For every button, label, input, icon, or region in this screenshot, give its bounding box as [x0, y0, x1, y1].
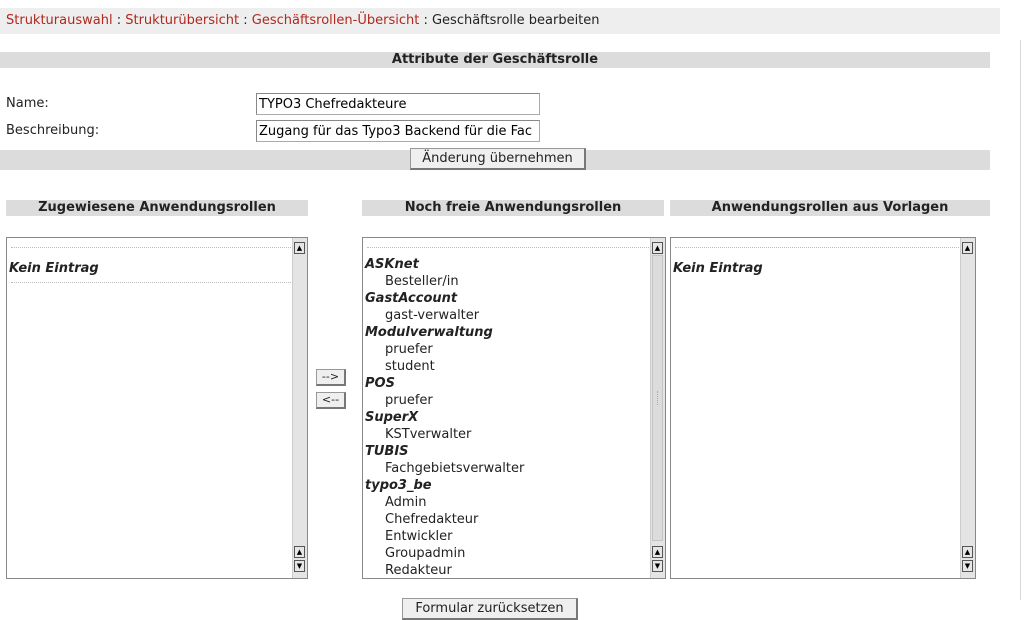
role-option[interactable]: gast-verwalter — [363, 307, 524, 324]
role-option[interactable]: Entwickler — [363, 528, 524, 545]
role-option[interactable]: Redakteur — [363, 562, 524, 578]
templates-listbox[interactable]: Kein Eintrag ▲ ▲ ▼ — [670, 237, 976, 579]
role-group-label: typo3_be — [365, 478, 432, 493]
role-option[interactable]: Besteller/in — [363, 273, 524, 290]
available-listbox[interactable]: ASKnet Besteller/in GastAccount gast-verwal… — [362, 237, 666, 579]
role-group-label: TUBIS — [365, 444, 409, 459]
breadcrumb-current: Geschäftsrolle bearbeiten — [431, 13, 600, 28]
attributes-title: Attribute der Geschäftsrolle — [391, 52, 599, 67]
breadcrumb-link-strukturauswahl[interactable]: Strukturauswahl — [6, 13, 113, 28]
role-group-label: GastAccount — [365, 291, 458, 306]
add-role-button[interactable]: --> — [316, 369, 346, 386]
scroll-up-icon[interactable]: ▲ — [294, 546, 305, 558]
page-edge-divider — [1020, 40, 1021, 600]
templates-title: Anwendungsrollen aus Vorlagen — [711, 200, 949, 215]
assigned-listbox[interactable]: Kein Eintrag ▲ ▲ ▼ — [6, 237, 308, 579]
scroll-thumb[interactable] — [652, 255, 663, 541]
scroll-down-icon[interactable]: ▼ — [652, 560, 663, 572]
templates-scrollbar[interactable]: ▲ ▲ ▼ — [960, 238, 975, 578]
scroll-up-icon[interactable]: ▲ — [294, 242, 305, 254]
available-scrollbar[interactable]: ▲ ▲ ▼ — [650, 238, 665, 578]
name-label: Name: — [6, 96, 49, 111]
scroll-up-icon[interactable]: ▲ — [962, 242, 973, 254]
role-option[interactable]: student — [363, 358, 524, 375]
list-separator — [11, 247, 291, 248]
thumb-grip — [657, 391, 660, 405]
breadcrumb-link-strukturuebersicht[interactable]: Strukturübersicht — [125, 13, 239, 28]
remove-role-button[interactable]: <-- — [316, 392, 346, 409]
list-separator — [367, 247, 649, 248]
available-list: ASKnet Besteller/in GastAccount gast-verwal… — [363, 256, 524, 578]
role-option[interactable]: pruefer — [363, 392, 524, 409]
scroll-up-icon[interactable]: ▲ — [962, 546, 973, 558]
available-title: Noch freie Anwendungsrollen — [404, 200, 622, 215]
role-option[interactable]: Groupadmin — [363, 545, 524, 562]
apply-changes-button[interactable]: Änderung übernehmen — [410, 148, 586, 170]
role-group-label: SuperX — [365, 410, 419, 425]
role-option[interactable]: Chefredakteur — [363, 511, 524, 528]
scroll-down-icon[interactable]: ▼ — [962, 560, 973, 572]
assigned-scrollbar[interactable]: ▲ ▲ ▼ — [292, 238, 307, 578]
breadcrumb-separator: : — [419, 13, 432, 28]
role-group-label: Modulverwaltung — [365, 325, 493, 340]
description-input[interactable] — [256, 120, 540, 142]
role-group-label: POS — [365, 376, 395, 391]
list-separator — [675, 247, 959, 248]
assigned-title: Zugewiesene Anwendungsrollen — [38, 200, 276, 215]
role-group-label: ASKnet — [365, 257, 419, 272]
breadcrumb-link-geschaeftsrollen-uebersicht[interactable]: Geschäftsrollen-Übersicht — [252, 13, 420, 28]
reset-form-button[interactable]: Formular zurücksetzen — [402, 598, 578, 620]
name-input[interactable] — [256, 93, 540, 115]
scroll-up-icon[interactable]: ▲ — [652, 546, 663, 558]
role-option[interactable]: KSTverwalter — [363, 426, 524, 443]
templates-empty-text: Kein Eintrag — [673, 261, 763, 276]
scroll-up-icon[interactable]: ▲ — [652, 242, 663, 254]
breadcrumb-separator: : — [239, 13, 252, 28]
breadcrumb-separator: : — [112, 13, 126, 28]
role-option[interactable]: Fachgebietsverwalter — [363, 460, 524, 477]
list-separator — [11, 282, 291, 283]
breadcrumb: Strukturauswahl : Strukturübersicht : Ge… — [6, 13, 600, 28]
role-option[interactable]: pruefer — [363, 341, 524, 358]
assigned-empty-text: Kein Eintrag — [9, 261, 99, 276]
description-label: Beschreibung: — [6, 123, 100, 138]
scroll-down-icon[interactable]: ▼ — [294, 560, 305, 572]
role-option[interactable]: Admin — [363, 494, 524, 511]
